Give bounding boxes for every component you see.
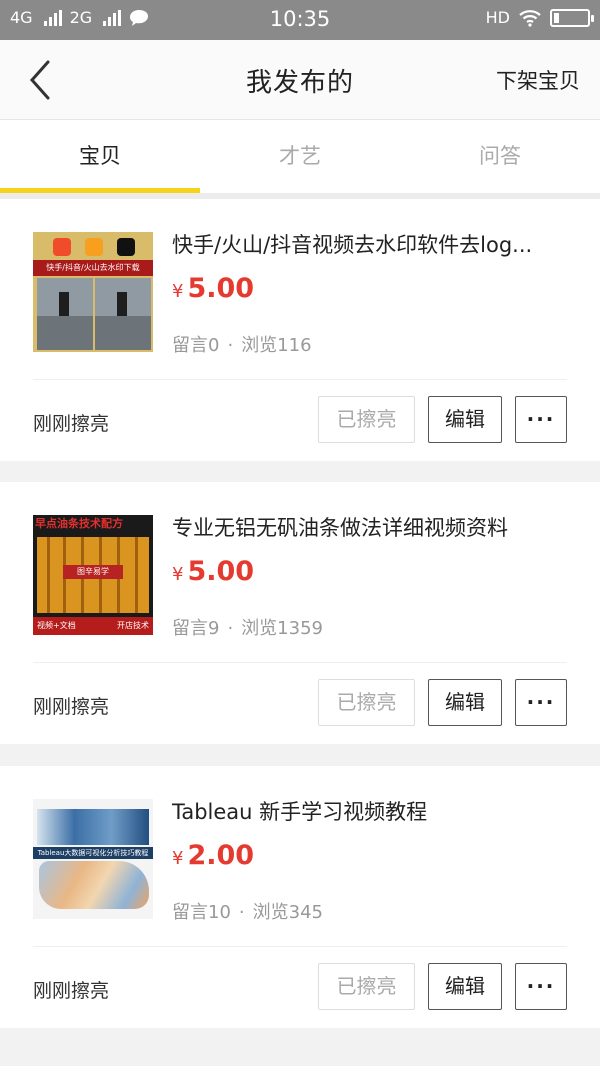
comment-count: 留言10 bbox=[172, 902, 231, 923]
price-value: 5.00 bbox=[187, 556, 255, 587]
delisted-items-link[interactable]: 下架宝贝 bbox=[496, 65, 580, 95]
card-divider bbox=[33, 379, 567, 380]
refresh-status: 刚刚擦亮 bbox=[33, 980, 110, 1002]
price-value: 2.00 bbox=[187, 840, 255, 871]
product-thumbnail[interactable]: 快手/抖音/火山去水印下载 bbox=[33, 232, 153, 352]
thumbnail-footer-right: 开店技术 bbox=[117, 621, 149, 630]
refreshed-button[interactable]: 已擦亮 bbox=[318, 679, 415, 726]
wifi-icon bbox=[519, 9, 541, 27]
view-count: 浏览116 bbox=[241, 335, 312, 356]
hd-label: HD bbox=[485, 8, 510, 27]
battery-icon bbox=[550, 8, 594, 27]
product-card[interactable]: 快手/抖音/火山去水印下载 快手/火山/抖音视频去水印软件去log... ¥5.… bbox=[0, 199, 600, 461]
product-title[interactable]: 专业无铝无矾油条做法详细视频资料 bbox=[172, 512, 572, 542]
product-thumbnail[interactable]: Tableau大数据可视化分析技巧教程 bbox=[33, 799, 153, 919]
thumbnail-footer: 视频+文档 开店技术 bbox=[33, 617, 153, 635]
product-price: ¥2.00 bbox=[172, 840, 254, 871]
status-bar: 4G 2G 10:35 HD bbox=[0, 0, 600, 40]
refresh-status: 刚刚擦亮 bbox=[33, 413, 110, 435]
app-logos-icon bbox=[53, 238, 135, 256]
tab-talent[interactable]: 才艺 bbox=[200, 120, 400, 193]
currency-symbol: ¥ bbox=[172, 848, 184, 869]
thumbnail-heatmap bbox=[37, 809, 149, 845]
product-stats: 留言10 · 浏览345 bbox=[172, 902, 323, 923]
product-thumbnail[interactable]: 早点油条技术配方 图辛易学 视频+文档 开店技术 bbox=[33, 515, 153, 635]
currency-symbol: ¥ bbox=[172, 564, 184, 585]
card-divider bbox=[33, 662, 567, 663]
card-divider bbox=[33, 946, 567, 947]
comment-count: 留言9 bbox=[172, 618, 220, 639]
thumbnail-photo bbox=[95, 278, 151, 350]
more-options-button[interactable]: ··· bbox=[515, 963, 567, 1010]
thumbnail-badge: 图辛易学 bbox=[63, 565, 123, 579]
product-stats: 留言0 · 浏览116 bbox=[172, 335, 312, 356]
refreshed-button[interactable]: 已擦亮 bbox=[318, 396, 415, 443]
thumbnail-footer-left: 视频+文档 bbox=[37, 621, 76, 630]
edit-button[interactable]: 编辑 bbox=[428, 963, 502, 1010]
comment-count: 留言0 bbox=[172, 335, 220, 356]
thumbnail-photo bbox=[37, 278, 93, 350]
page-header: 我发布的 下架宝贝 bbox=[0, 40, 600, 120]
refresh-status: 刚刚擦亮 bbox=[33, 696, 110, 718]
system-indicators: HD bbox=[485, 8, 594, 27]
currency-symbol: ¥ bbox=[172, 281, 184, 302]
thumbnail-map bbox=[39, 861, 149, 909]
product-card[interactable]: Tableau大数据可视化分析技巧教程 Tableau 新手学习视频教程 ¥2.… bbox=[0, 766, 600, 1028]
price-value: 5.00 bbox=[187, 273, 255, 304]
product-title[interactable]: 快手/火山/抖音视频去水印软件去log... bbox=[172, 229, 572, 259]
edit-button[interactable]: 编辑 bbox=[428, 396, 502, 443]
thumbnail-banner: 快手/抖音/火山去水印下载 bbox=[33, 260, 153, 276]
view-count: 浏览1359 bbox=[241, 618, 323, 639]
tab-items[interactable]: 宝贝 bbox=[0, 120, 200, 193]
thumbnail-heading: 早点油条技术配方 bbox=[35, 517, 123, 530]
more-options-button[interactable]: ··· bbox=[515, 396, 567, 443]
product-stats: 留言9 · 浏览1359 bbox=[172, 618, 323, 639]
product-price: ¥5.00 bbox=[172, 556, 254, 587]
tab-bar: 宝贝 才艺 问答 bbox=[0, 120, 600, 193]
product-title[interactable]: Tableau 新手学习视频教程 bbox=[172, 796, 572, 826]
refreshed-button[interactable]: 已擦亮 bbox=[318, 963, 415, 1010]
product-price: ¥5.00 bbox=[172, 273, 254, 304]
edit-button[interactable]: 编辑 bbox=[428, 679, 502, 726]
tab-qa[interactable]: 问答 bbox=[400, 120, 600, 193]
thumbnail-label: Tableau大数据可视化分析技巧教程 bbox=[33, 847, 153, 859]
view-count: 浏览345 bbox=[252, 902, 323, 923]
product-card[interactable]: 早点油条技术配方 图辛易学 视频+文档 开店技术 专业无铝无矾油条做法详细视频资… bbox=[0, 482, 600, 744]
more-options-button[interactable]: ··· bbox=[515, 679, 567, 726]
